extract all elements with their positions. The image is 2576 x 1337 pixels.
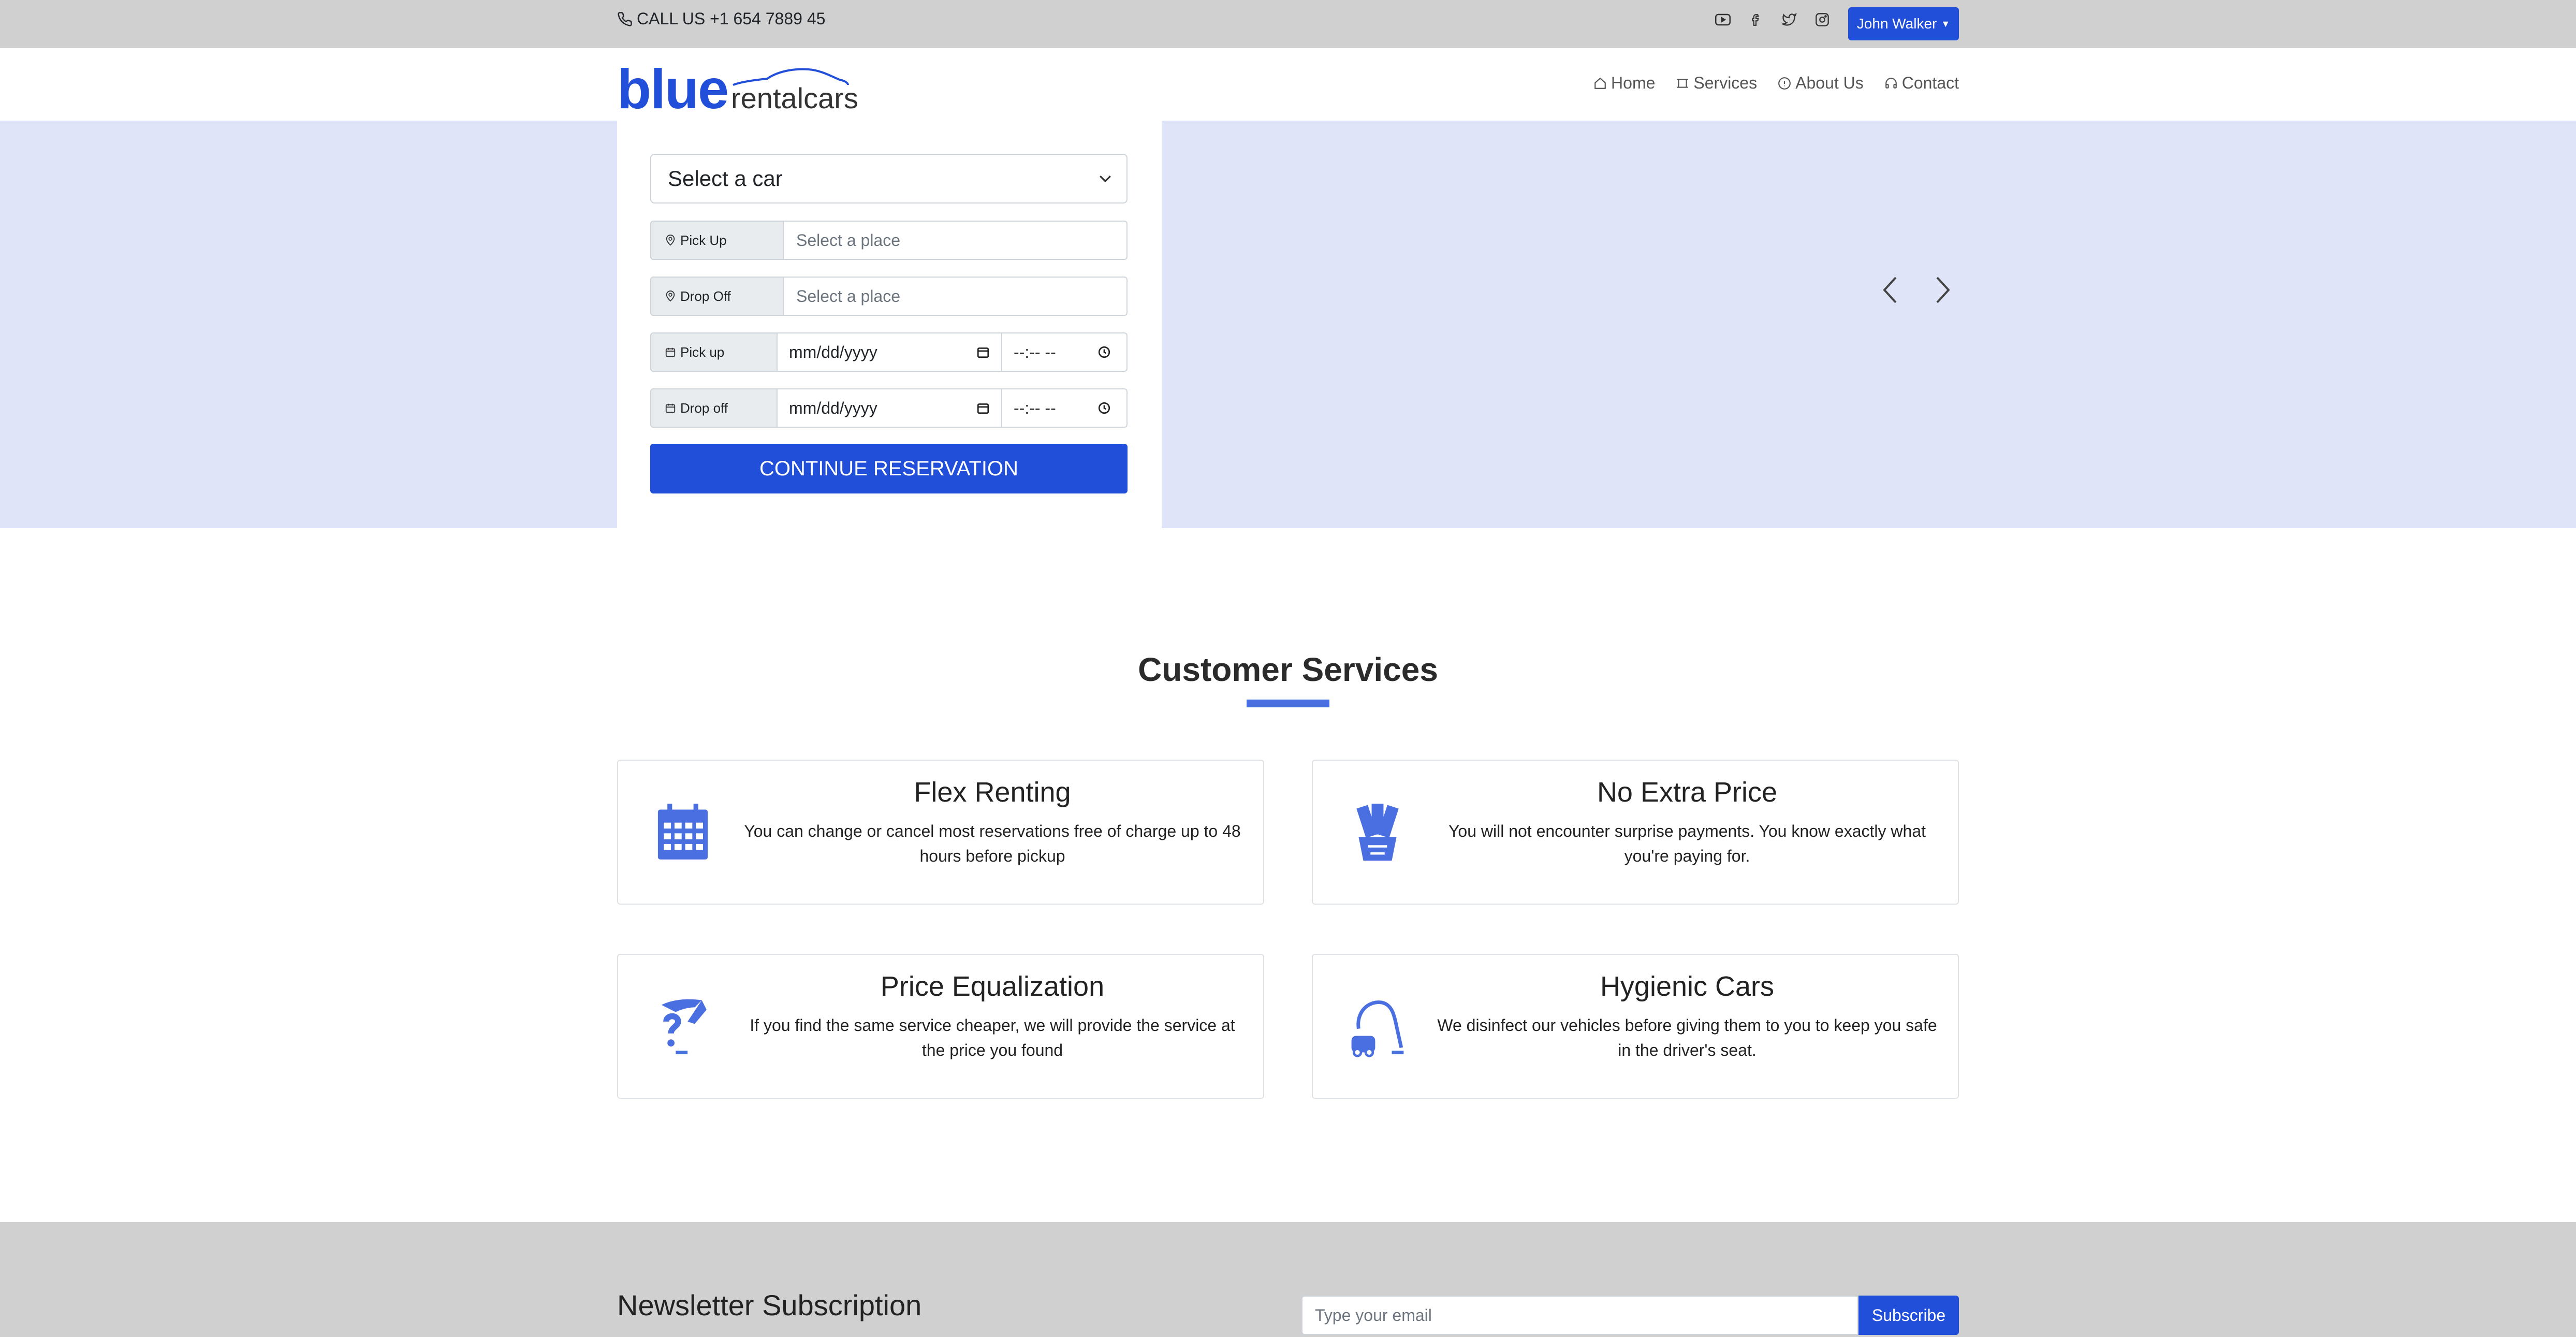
- chevron-left-icon: [1883, 277, 1897, 303]
- card-title: Hygienic Cars: [1600, 971, 1775, 1002]
- chevron-right-icon: [1936, 277, 1950, 303]
- card-text: We disinfect our vehicles before giving …: [1437, 1016, 1937, 1059]
- car-outline-icon: [733, 68, 850, 86]
- calendar-picker-icon: [977, 403, 989, 414]
- dropoff-date-placeholder: mm/dd/yyyy: [789, 398, 877, 417]
- logo-bold: blue: [617, 57, 729, 120]
- dropoff-time-placeholder: --:-- --: [1014, 398, 1056, 417]
- pickup-place-input[interactable]: Select a place: [783, 221, 1128, 260]
- slider-prev-button[interactable]: [1875, 274, 1906, 306]
- home-icon: [1594, 77, 1606, 89]
- call-us: CALL US +1 654 7889 45: [617, 9, 825, 28]
- calendar-picker-icon: [977, 347, 989, 358]
- card-text: You can change or cancel most reservatio…: [744, 822, 1241, 865]
- dropoff-place-label: Drop Off: [650, 277, 783, 316]
- card-title: No Extra Price: [1597, 777, 1778, 808]
- calendar-small-icon: [665, 403, 676, 413]
- dropoff-place-row: Drop Off Select a place: [650, 277, 1128, 316]
- twitter-icon[interactable]: [1780, 10, 1798, 29]
- caret-down-icon: ▼: [1941, 18, 1951, 29]
- dropoff-place-label-text: Drop Off: [680, 288, 731, 304]
- header: [0, 48, 2576, 121]
- map-pin-icon: [666, 235, 675, 246]
- top-bar: [0, 0, 2576, 48]
- pickup-place-row: Pick Up Select a place: [650, 221, 1128, 260]
- newsletter-title: Newsletter Subscription: [617, 1289, 922, 1321]
- dropoff-place-placeholder: Select a place: [796, 286, 901, 306]
- service-card-no-extra-price: No Extra Price You will not encounter su…: [1312, 760, 1959, 905]
- nav-services[interactable]: Services: [1676, 74, 1757, 93]
- nav-about-label: About Us: [1795, 74, 1864, 92]
- dropoff-datetime-row: Drop off mm/dd/yyyy --:-- --: [650, 388, 1128, 428]
- pickup-time-input[interactable]: --:-- --: [1002, 332, 1128, 372]
- dropoff-time-input[interactable]: --:-- --: [1002, 388, 1128, 428]
- calendar-icon: [657, 804, 708, 860]
- nav-home-label: Home: [1611, 74, 1656, 92]
- email-input[interactable]: Type your email: [1301, 1296, 1858, 1335]
- user-name: John Walker: [1856, 16, 1937, 32]
- card-title: Flex Renting: [914, 777, 1071, 808]
- newsletter-section: [0, 1222, 2576, 1337]
- slider-next-button[interactable]: [1927, 274, 1958, 306]
- calendar-small-icon: [665, 347, 676, 357]
- card-title: Price Equalization: [880, 971, 1105, 1002]
- phone-icon: [618, 11, 632, 26]
- service-card-price-equalization: Price Equalization If you find the same …: [617, 954, 1264, 1099]
- pickup-datetime-row: Pick up mm/dd/yyyy --:-- --: [650, 332, 1128, 372]
- pickup-date-label: Pick up: [650, 332, 777, 372]
- nav-contact[interactable]: Contact: [1884, 74, 1959, 93]
- dropoff-place-input[interactable]: Select a place: [783, 277, 1128, 316]
- email-placeholder: Type your email: [1315, 1305, 1432, 1325]
- subscribe-button[interactable]: Subscribe: [1858, 1296, 1959, 1335]
- user-menu-button[interactable]: John Walker ▼: [1848, 7, 1959, 40]
- nav-services-label: Services: [1693, 74, 1758, 92]
- card-text: You will not encounter surprise payments…: [1448, 822, 1926, 865]
- question-hand-icon: [661, 999, 707, 1054]
- facebook-icon[interactable]: [1747, 10, 1765, 29]
- pickup-time-placeholder: --:-- --: [1014, 342, 1056, 361]
- pickup-date-input[interactable]: mm/dd/yyyy: [777, 332, 1002, 372]
- service-card-flex-renting: Flex Renting You can change or cancel mo…: [617, 760, 1264, 905]
- title-underline: [1247, 700, 1329, 707]
- logo[interactable]: blue rentalcars: [617, 61, 858, 117]
- chevron-down-icon: [1100, 175, 1111, 183]
- main-nav: Home Services About Us Contact: [1593, 74, 1959, 93]
- headset-icon: [1885, 77, 1897, 89]
- instagram-icon[interactable]: [1813, 10, 1832, 29]
- services-icon: [1677, 78, 1689, 88]
- clock-icon: [1098, 402, 1110, 414]
- info-icon: [1778, 77, 1791, 90]
- continue-reservation-button[interactable]: CONTINUE RESERVATION: [650, 444, 1128, 493]
- logo-light: rentalcars: [731, 68, 858, 113]
- vacuum-icon: [1351, 1000, 1404, 1057]
- pickup-place-label-text: Pick Up: [680, 232, 727, 248]
- youtube-icon[interactable]: [1714, 10, 1732, 29]
- pickup-date-placeholder: mm/dd/yyyy: [789, 342, 877, 361]
- pickup-date-label-text: Pick up: [680, 344, 725, 360]
- car-select-value: Select a car: [668, 166, 783, 191]
- dropoff-date-input[interactable]: mm/dd/yyyy: [777, 388, 1002, 428]
- map-pin-icon: [666, 290, 675, 302]
- pickup-place-placeholder: Select a place: [796, 230, 901, 250]
- pickup-place-label: Pick Up: [650, 221, 783, 260]
- car-select[interactable]: Select a car: [650, 154, 1128, 204]
- service-card-hygienic-cars: Hygienic Cars We disinfect our vehicles …: [1312, 954, 1959, 1099]
- nav-home[interactable]: Home: [1593, 74, 1655, 93]
- nav-contact-label: Contact: [1901, 74, 1959, 92]
- call-us-text: CALL US +1 654 7889 45: [637, 9, 826, 28]
- dropoff-date-label: Drop off: [650, 388, 777, 428]
- card-text: If you find the same service cheaper, we…: [750, 1016, 1235, 1059]
- nav-about[interactable]: About Us: [1778, 74, 1864, 93]
- clock-icon: [1098, 346, 1110, 358]
- services-title: Customer Services: [1138, 651, 1438, 688]
- money-icon: [1356, 804, 1399, 861]
- hero-slider: [0, 121, 2576, 528]
- dropoff-date-label-text: Drop off: [680, 400, 728, 416]
